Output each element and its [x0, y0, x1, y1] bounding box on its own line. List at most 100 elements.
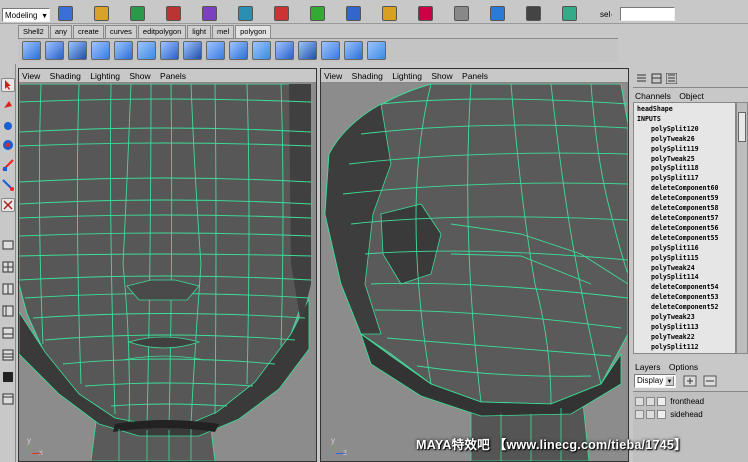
append-polygon-icon[interactable]: [229, 41, 248, 60]
paint-select-tool-icon[interactable]: [1, 118, 15, 132]
dark-layout-icon[interactable]: [1, 370, 15, 384]
input-node[interactable]: polySplit114: [637, 273, 732, 283]
select-tool-icon[interactable]: [1, 78, 15, 92]
input-node[interactable]: polySplit115: [637, 254, 732, 264]
layer-row-sidehead[interactable]: sidehead: [635, 409, 703, 421]
viewport-menu-lighting[interactable]: Lighting: [90, 71, 120, 81]
tab-object[interactable]: Object: [679, 91, 704, 101]
layer-color-swatch[interactable]: [657, 410, 666, 420]
layer-color-swatch[interactable]: [657, 397, 666, 407]
channel-box-list[interactable]: headShape INPUTS polySplit120 polyTweak26…: [633, 102, 736, 354]
move-tool-icon[interactable]: [1, 138, 15, 152]
input-node[interactable]: polyTweak24: [637, 264, 732, 274]
viewport-menu-shading[interactable]: Shading: [50, 71, 81, 81]
attribute-editor-icon[interactable]: [526, 6, 541, 21]
shelf-tab-any[interactable]: any: [49, 25, 72, 38]
channel-box-icon[interactable]: [636, 73, 647, 84]
mirror-icon[interactable]: [321, 41, 340, 60]
combine-icon[interactable]: [344, 41, 363, 60]
smooth-icon[interactable]: [206, 41, 225, 60]
menu-set-dropdown[interactable]: Modeling ▼: [2, 8, 50, 22]
viewport-menu-panels[interactable]: Panels: [160, 71, 186, 81]
layer-display-dropdown[interactable]: Display ▼: [634, 374, 676, 388]
layer-row-fronthead[interactable]: fronthead: [635, 396, 704, 408]
tab-channels[interactable]: Channels: [635, 91, 671, 101]
channel-layer-icon[interactable]: [665, 72, 678, 85]
lasso-tool-icon[interactable]: [1, 98, 15, 112]
select-component-icon[interactable]: [238, 6, 253, 21]
extrude-face-icon[interactable]: [137, 41, 156, 60]
side-by-side-layout-icon[interactable]: [1, 282, 15, 296]
persp-outliner-layout-icon[interactable]: [1, 304, 15, 318]
input-node[interactable]: polySplit119: [637, 145, 732, 155]
open-scene-icon[interactable]: [94, 6, 109, 21]
input-node[interactable]: deleteComponent53: [637, 293, 732, 303]
new-scene-icon[interactable]: [58, 6, 73, 21]
layer-name[interactable]: fronthead: [670, 397, 704, 406]
render-globals-icon[interactable]: [454, 6, 469, 21]
input-node[interactable]: deleteComponent59: [637, 194, 732, 204]
scale-tool-icon[interactable]: [1, 178, 15, 192]
poly-cube-icon[interactable]: [45, 41, 64, 60]
menu-layers[interactable]: Layers: [635, 362, 661, 372]
snap-curve-icon[interactable]: [310, 6, 325, 21]
shape-node-name[interactable]: headShape: [637, 105, 732, 115]
panel-layout-icon[interactable]: [1, 392, 15, 406]
input-node[interactable]: polyTweak23: [637, 313, 732, 323]
subdiv-icon[interactable]: [298, 41, 317, 60]
channel-box-scroll-thumb[interactable]: [738, 112, 746, 142]
snap-grid-icon[interactable]: [274, 6, 289, 21]
shelf-tab-light[interactable]: light: [187, 25, 212, 38]
manipulator-tool-icon[interactable]: [1, 198, 15, 212]
input-node[interactable]: deleteComponent54: [637, 283, 732, 293]
shelf-tab-mel[interactable]: mel: [212, 25, 235, 38]
layer-name[interactable]: sidehead: [670, 410, 702, 419]
merge-vertex-icon[interactable]: [183, 41, 202, 60]
shelf-tab-polygon[interactable]: polygon: [235, 25, 272, 38]
split-polygon-icon[interactable]: [160, 41, 179, 60]
input-node[interactable]: deleteComponent55: [637, 234, 732, 244]
new-layer-icon[interactable]: [682, 373, 698, 389]
input-node[interactable]: polyTweak22: [637, 333, 732, 343]
input-node[interactable]: deleteComponent58: [637, 204, 732, 214]
rotate-tool-icon[interactable]: [1, 158, 15, 172]
render-icon[interactable]: [382, 6, 397, 21]
select-hierarchy-icon[interactable]: [166, 6, 181, 21]
viewport-menu-show[interactable]: Show: [431, 71, 452, 81]
shelf-tab-curves[interactable]: curves: [104, 25, 137, 38]
channel-box-icon[interactable]: [562, 6, 577, 21]
shelf-tab-shell2[interactable]: Shell2: [18, 25, 49, 38]
poly-sphere-icon[interactable]: [68, 41, 87, 60]
input-node[interactable]: polySplit120: [637, 125, 732, 135]
input-node[interactable]: polySplit118: [637, 164, 732, 174]
input-node[interactable]: deleteComponent52: [637, 303, 732, 313]
viewport-menu-show[interactable]: Show: [129, 71, 150, 81]
input-node[interactable]: polyTweak25: [637, 155, 732, 165]
layer-display-type-toggle[interactable]: [646, 410, 655, 420]
viewport-menu-view[interactable]: View: [22, 71, 40, 81]
layer-visibility-toggle[interactable]: [635, 410, 644, 420]
show-ui-icon[interactable]: [490, 6, 505, 21]
front-viewport[interactable]: View Shading Lighting Show Panels y x: [18, 68, 317, 462]
layer-editor-icon[interactable]: [651, 73, 662, 84]
layer-display-type-toggle[interactable]: [646, 397, 655, 407]
triangulate-icon[interactable]: [367, 41, 386, 60]
side-viewport[interactable]: View Shading Lighting Show Panels y z: [320, 68, 629, 462]
new-layer-selected-icon[interactable]: [702, 373, 718, 389]
ipr-render-icon[interactable]: [418, 6, 433, 21]
bevel-icon[interactable]: [275, 41, 294, 60]
save-scene-icon[interactable]: [130, 6, 145, 21]
viewport-menu-shading[interactable]: Shading: [352, 71, 383, 81]
input-node[interactable]: polyTweak26: [637, 135, 732, 145]
input-node[interactable]: deleteComponent56: [637, 224, 732, 234]
snap-point-icon[interactable]: [346, 6, 361, 21]
poly-cylinder-icon[interactable]: [91, 41, 110, 60]
viewport-menu-lighting[interactable]: Lighting: [392, 71, 422, 81]
cut-faces-icon[interactable]: [252, 41, 271, 60]
quick-select-field[interactable]: [620, 7, 675, 21]
single-pane-layout-icon[interactable]: [1, 238, 15, 252]
poly-torus-icon[interactable]: [114, 41, 133, 60]
input-node[interactable]: polySplit116: [637, 244, 732, 254]
persp-graph-layout-icon[interactable]: [1, 326, 15, 340]
select-object-icon[interactable]: [202, 6, 217, 21]
